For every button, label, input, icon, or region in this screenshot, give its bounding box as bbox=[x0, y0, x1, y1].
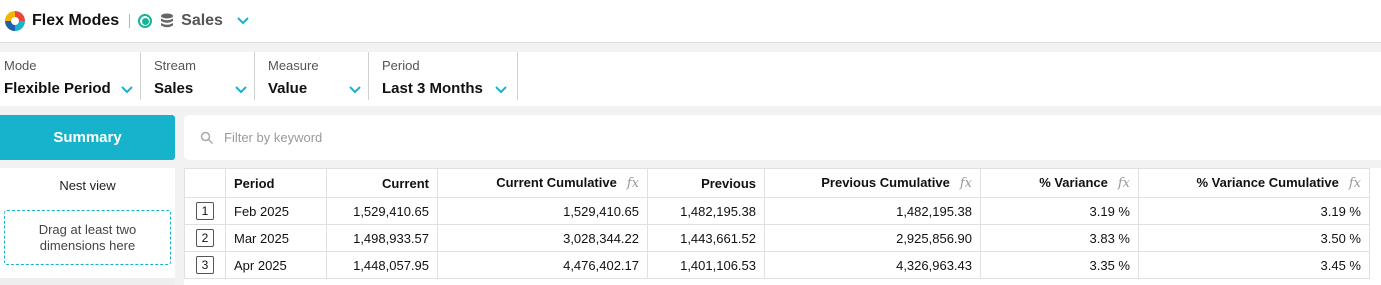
mode-dropdown[interactable]: Mode Flexible Period bbox=[0, 52, 141, 100]
formula-icon[interactable]: fx bbox=[627, 176, 639, 191]
current-cell: 1,529,410.65 bbox=[326, 197, 438, 225]
variance-cumulative-cell: 3.50 % bbox=[1138, 224, 1370, 252]
previous-cumulative-cell: 2,925,856.90 bbox=[764, 224, 981, 252]
column-header-previous[interactable]: Previous bbox=[647, 168, 765, 198]
table-row[interactable]: 1 Feb 2025 1,529,410.65 1,529,410.65 1,4… bbox=[184, 197, 1370, 225]
formula-icon[interactable]: fx bbox=[1349, 176, 1361, 191]
formula-icon[interactable]: fx bbox=[1118, 176, 1130, 191]
column-header-period[interactable]: Period bbox=[225, 168, 327, 198]
previous-cell: 1,443,661.52 bbox=[647, 224, 765, 252]
row-number-cell: 3 bbox=[184, 251, 226, 279]
title-separator bbox=[129, 14, 131, 28]
column-header-label: % Variance bbox=[1039, 175, 1108, 190]
mode-label: Mode bbox=[4, 58, 37, 73]
formula-icon[interactable]: fx bbox=[960, 176, 972, 191]
period-value: Last 3 Months bbox=[382, 80, 483, 97]
variance-cell: 3.83 % bbox=[980, 224, 1139, 252]
database-icon bbox=[161, 13, 174, 28]
filter-bar: Mode Flexible Period Stream Sales Measur… bbox=[0, 52, 1381, 106]
panel-divider bbox=[0, 278, 175, 285]
column-header-current[interactable]: Current bbox=[326, 168, 438, 198]
column-header-variance-cumulative[interactable]: % Variance Cumulative fx bbox=[1138, 168, 1370, 198]
table-row[interactable]: 2 Mar 2025 1,498,933.57 3,028,344.22 1,4… bbox=[184, 224, 1370, 252]
variance-cell: 3.35 % bbox=[980, 251, 1139, 279]
previous-cumulative-cell: 4,326,963.43 bbox=[764, 251, 981, 279]
table-row[interactable]: 3 Apr 2025 1,448,057.95 4,476,402.17 1,4… bbox=[184, 251, 1370, 279]
period-dropdown[interactable]: Period Last 3 Months bbox=[378, 52, 518, 100]
measure-label: Measure bbox=[268, 58, 319, 73]
current-cell: 1,448,057.95 bbox=[326, 251, 438, 279]
current-cell: 1,498,933.57 bbox=[326, 224, 438, 252]
column-header-label: Current Cumulative bbox=[496, 175, 617, 190]
previous-cell: 1,401,106.53 bbox=[647, 251, 765, 279]
stream-dropdown[interactable]: Stream Sales bbox=[150, 52, 255, 100]
search-bar bbox=[184, 115, 1381, 160]
column-header-previous-cumulative[interactable]: Previous Cumulative fx bbox=[764, 168, 981, 198]
variance-cumulative-cell: 3.19 % bbox=[1138, 197, 1370, 225]
stream-value: Sales bbox=[154, 80, 194, 97]
column-header-label: Previous bbox=[701, 175, 756, 191]
column-header-label: Current bbox=[382, 175, 429, 191]
period-cell: Apr 2025 bbox=[225, 251, 327, 279]
chevron-down-icon bbox=[349, 86, 361, 94]
app-logo-icon bbox=[5, 11, 25, 31]
row-number-cell: 2 bbox=[184, 224, 226, 252]
stream-label: Stream bbox=[154, 58, 196, 73]
column-header-label: Previous Cumulative bbox=[821, 175, 950, 190]
row-number-badge: 2 bbox=[196, 229, 214, 247]
variance-cell: 3.19 % bbox=[980, 197, 1139, 225]
current-cumulative-cell: 1,529,410.65 bbox=[437, 197, 648, 225]
app-header: Flex Modes Sales bbox=[0, 0, 1381, 43]
dataset-selector[interactable]: Sales bbox=[181, 12, 223, 30]
period-cell: Mar 2025 bbox=[225, 224, 327, 252]
column-header-current-cumulative[interactable]: Current Cumulative fx bbox=[437, 168, 648, 198]
current-cumulative-cell: 4,476,402.17 bbox=[437, 251, 648, 279]
row-number-badge: 3 bbox=[196, 256, 214, 274]
status-indicator-icon bbox=[138, 14, 153, 28]
column-header-variance[interactable]: % Variance fx bbox=[980, 168, 1139, 198]
row-number-badge: 1 bbox=[196, 202, 214, 220]
dimension-dropzone[interactable]: Drag at least two dimensions here bbox=[4, 210, 171, 265]
app-title: Flex Modes bbox=[32, 12, 120, 29]
row-number-header bbox=[184, 168, 226, 198]
current-cumulative-cell: 3,028,344.22 bbox=[437, 224, 648, 252]
mode-value: Flexible Period bbox=[4, 80, 111, 97]
nest-view-title: Nest view bbox=[59, 178, 116, 193]
table-header-row: Period Current Current Cumulative fx Prev… bbox=[184, 168, 1370, 198]
search-icon bbox=[200, 131, 214, 144]
variance-cumulative-cell: 3.45 % bbox=[1138, 251, 1370, 279]
chevron-down-icon bbox=[121, 86, 133, 94]
period-label: Period bbox=[382, 58, 420, 73]
previous-cell: 1,482,195.38 bbox=[647, 197, 765, 225]
chevron-down-icon bbox=[495, 86, 507, 94]
search-input[interactable] bbox=[224, 130, 624, 145]
row-number-cell: 1 bbox=[184, 197, 226, 225]
measure-dropdown[interactable]: Measure Value bbox=[264, 52, 369, 100]
nest-view-panel: Nest view Drag at least two dimensions h… bbox=[0, 168, 175, 285]
previous-cumulative-cell: 1,482,195.38 bbox=[764, 197, 981, 225]
data-table: Period Current Current Cumulative fx Prev… bbox=[184, 168, 1370, 279]
period-cell: Feb 2025 bbox=[225, 197, 327, 225]
summary-button[interactable]: Summary bbox=[0, 115, 175, 160]
chevron-down-icon bbox=[235, 86, 247, 94]
data-table-container: Period Current Current Cumulative fx Prev… bbox=[184, 168, 1381, 285]
column-header-label: Period bbox=[234, 175, 275, 191]
column-header-label: % Variance Cumulative bbox=[1196, 175, 1339, 190]
measure-value: Value bbox=[268, 80, 308, 97]
chevron-down-icon[interactable] bbox=[237, 17, 249, 25]
